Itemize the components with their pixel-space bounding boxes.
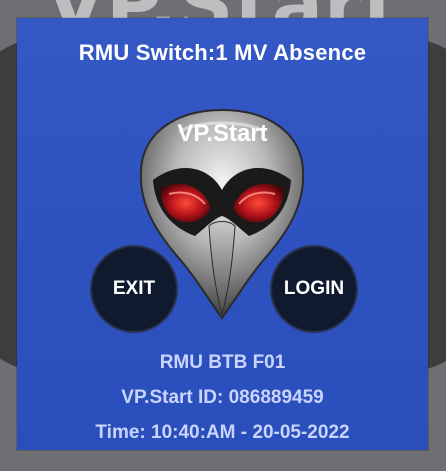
login-button-label: LOGIN xyxy=(283,278,345,299)
app-screen: VP.Start RMU Switch:1 MV Absence xyxy=(0,0,446,471)
dialog-title: RMU Switch:1 MV Absence xyxy=(78,40,367,65)
login-dialog: RMU Switch:1 MV Absence VP.Start EXIT LO… xyxy=(17,18,428,450)
logo-text: VP.Start xyxy=(177,120,268,147)
exit-button-label: EXIT xyxy=(112,278,156,299)
exit-button[interactable]: EXIT xyxy=(90,245,178,333)
login-button[interactable]: LOGIN xyxy=(270,245,358,333)
vp-start-id: VP.Start ID: 086889459 xyxy=(121,387,324,408)
device-name: RMU BTB F01 xyxy=(159,352,286,373)
timestamp: Time: 10:40:AM - 20-05-2022 xyxy=(95,422,350,443)
